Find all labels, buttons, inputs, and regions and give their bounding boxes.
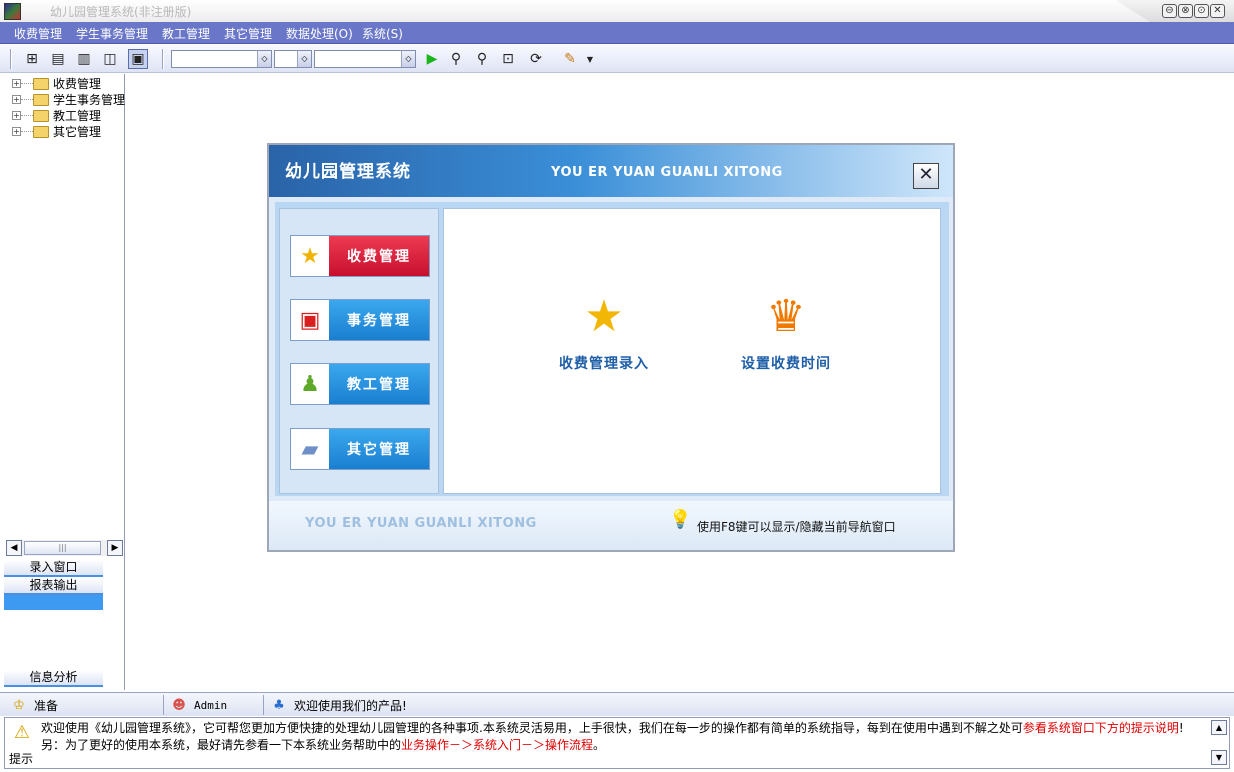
dialog-subtitle: YOU ER YUAN GUANLI XITONG (551, 165, 783, 180)
info-analysis-button[interactable]: 信息分析 (4, 670, 103, 687)
filter-combo-3[interactable]: ◇ (314, 50, 416, 68)
status-user: ☻ Admin (164, 695, 264, 715)
close-button[interactable]: ✕ (1210, 4, 1225, 18)
scroll-thumb[interactable]: ||| (24, 541, 101, 555)
refresh-icon[interactable]: ⟳ (526, 49, 546, 69)
toolbar: ⊞ ▤ ▥ ◫ ▣ ◇ ◇ ◇ ▶ ⚲ ⚲ ⊡ ⟳ ✎ ▼ (0, 45, 1234, 73)
navigation-panel: + 收费管理 + 学生事务管理 + 教工管理 + 其它管理 ◀ ||| ▶ 录入… (4, 74, 125, 690)
status-welcome: ♣ 欢迎使用我们的产品! (264, 695, 1230, 715)
find-next-icon[interactable]: ⚲ (472, 49, 492, 69)
filter-combo-2[interactable]: ◇ (274, 50, 312, 68)
menu-system[interactable]: 系统(S) (362, 25, 403, 42)
hint-icon: ⚠ (13, 722, 31, 743)
menu-student-affairs[interactable]: 学生事务管理 (76, 25, 148, 42)
star-icon: ★ (291, 236, 329, 276)
play-icon[interactable]: ▶ (422, 49, 442, 69)
menu-staff-management[interactable]: 教工管理 (162, 25, 210, 42)
staff-icon: ♟ (291, 364, 329, 404)
pencil-icon[interactable]: ✎ (560, 49, 580, 69)
scroll-right-icon[interactable]: ▶ (107, 540, 123, 556)
fee-management-button[interactable]: ★ 收费管理 (290, 235, 430, 277)
scroll-up-icon[interactable]: ▲ (1211, 720, 1227, 735)
expand-icon[interactable]: + (12, 79, 21, 88)
menu-other-management[interactable]: 其它管理 (224, 25, 272, 42)
menu-bar: 收费管理 学生事务管理 教工管理 其它管理 数据处理(O) 系统(S) (0, 22, 1234, 44)
horizontal-scrollbar[interactable]: ◀ ||| ▶ (6, 540, 123, 556)
user-icon: ☻ (172, 697, 186, 713)
menu-fee-management[interactable]: 收费管理 (14, 25, 62, 42)
info-icon: ♔ (13, 697, 25, 713)
folder-icon: ▰ (291, 429, 329, 469)
toolbar-grip (10, 49, 12, 69)
dialog-footer: YOU ER YUAN GUANLI XITONG 💡 使用F8键可以显示/隐藏… (269, 501, 953, 549)
expand-icon[interactable]: + (12, 127, 21, 136)
tree-item-student[interactable]: + 学生事务管理 (12, 92, 125, 107)
minimize-button[interactable]: ⊖ (1162, 4, 1177, 18)
app-icon (4, 3, 21, 20)
content-area: ★ 收费管理录入 ♛ 设置收费时间 (443, 208, 941, 494)
help-link-window[interactable]: 参看系统窗口下方的提示说明 (1023, 721, 1179, 735)
set-fee-time-link[interactable]: ♛ 设置收费时间 (716, 291, 856, 373)
dropdown-arrow-icon[interactable]: ▼ (580, 49, 600, 69)
entry-window-button[interactable]: 录入窗口 (4, 560, 103, 577)
category-menu: ★ 收费管理 ▣ 事务管理 ♟ 教工管理 ▰ 其它管理 (279, 208, 439, 494)
help-link-workflow[interactable]: 业务操作－＞系统入门－＞操作流程 (401, 738, 593, 752)
folder-icon (33, 109, 49, 122)
fee-entry-link[interactable]: ★ 收费管理录入 (534, 291, 674, 373)
chart-icon[interactable]: ◫ (100, 49, 120, 69)
menu-data-processing[interactable]: 数据处理(O) (286, 25, 353, 42)
star-icon: ★ (584, 290, 624, 342)
toolbar-separator (162, 49, 164, 69)
window-icon[interactable]: ▣ (128, 49, 148, 69)
tree-item-staff[interactable]: + 教工管理 (12, 108, 101, 123)
maximize-button[interactable]: ⊙ (1194, 4, 1209, 18)
window-title: 幼儿园管理系统(非注册版) (50, 5, 192, 19)
hint-text: 欢迎使用《幼儿园管理系统》，它可帮您更加方便快捷的处理幼儿园管理的各种事项.本系… (41, 721, 1184, 752)
zoom-icon[interactable]: ⊡ (498, 49, 518, 69)
scroll-left-icon[interactable]: ◀ (6, 540, 22, 556)
folder-open-icon (33, 77, 49, 90)
other-management-button[interactable]: ▰ 其它管理 (290, 428, 430, 470)
nav-highlight (4, 595, 103, 610)
restore-button[interactable]: ⊗ (1178, 4, 1193, 18)
tree-item-fee[interactable]: + 收费管理 (12, 76, 101, 91)
report-output-button[interactable]: 报表输出 (4, 578, 103, 595)
status-bar: ♔ 准备 ☻ Admin ♣ 欢迎使用我们的产品! (0, 692, 1234, 716)
lightbulb-icon: 💡 (669, 509, 692, 530)
crown-icon: ♛ (766, 290, 806, 342)
tree-view-icon[interactable]: ⊞ (22, 49, 42, 69)
tree-item-other[interactable]: + 其它管理 (12, 124, 101, 139)
scroll-down-icon[interactable]: ▼ (1211, 750, 1227, 765)
status-ready: ♔ 准备 (4, 695, 164, 715)
title-bar: 幼儿园管理系统(非注册版) ⊖ ⊗ ⊙ ✕ (0, 0, 1234, 22)
hint-panel: ⚠ 提示 欢迎使用《幼儿园管理系统》，它可帮您更加方便快捷的处理幼儿园管理的各种… (4, 717, 1230, 769)
main-dialog: 幼儿园管理系统 YOU ER YUAN GUANLI XITONG ✕ ★ 收费… (267, 143, 955, 552)
expand-icon[interactable]: + (12, 95, 21, 104)
dialog-body: ★ 收费管理 ▣ 事务管理 ♟ 教工管理 ▰ 其它管理 ★ 收费管理录入 ♛ 设… (275, 202, 949, 496)
filter-combo-1[interactable]: ◇ (171, 50, 272, 68)
hint-label: 提示 (9, 752, 34, 766)
vertical-scrollbar[interactable]: ▲ ▼ (1211, 720, 1227, 766)
list-view-icon[interactable]: ▤ (48, 49, 68, 69)
affairs-management-button[interactable]: ▣ 事务管理 (290, 299, 430, 341)
find-icon[interactable]: ⚲ (446, 49, 466, 69)
dialog-close-button[interactable]: ✕ (913, 163, 939, 189)
folder-icon (33, 125, 49, 138)
alert-monitor-icon: ▣ (291, 300, 329, 340)
folder-icon (33, 93, 49, 106)
staff-management-button[interactable]: ♟ 教工管理 (290, 363, 430, 405)
dialog-title: 幼儿园管理系统 (285, 162, 411, 182)
product-icon: ♣ (273, 697, 285, 713)
expand-icon[interactable]: + (12, 111, 21, 120)
footer-tip: 使用F8键可以显示/隐藏当前导航窗口 (697, 520, 896, 534)
document-icon[interactable]: ▥ (74, 49, 94, 69)
dialog-header: 幼儿园管理系统 YOU ER YUAN GUANLI XITONG ✕ (269, 145, 953, 197)
footer-brand: YOU ER YUAN GUANLI XITONG (305, 516, 537, 531)
